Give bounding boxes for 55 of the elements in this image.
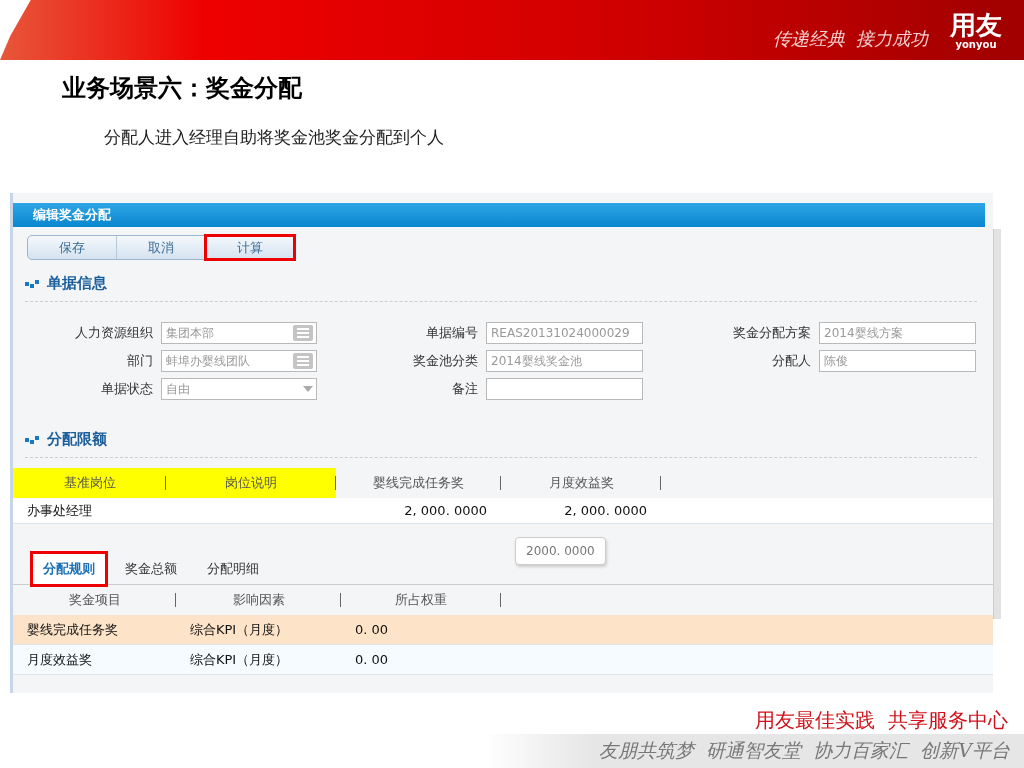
- slogan: 传递经典 接力成功: [772, 27, 928, 51]
- input-field[interactable]: 2014婴线方案: [819, 322, 976, 344]
- input-field[interactable]: 自由: [161, 378, 317, 400]
- toolbar-button[interactable]: 取消: [117, 236, 206, 259]
- section-icon: [25, 435, 39, 444]
- list-icon[interactable]: [293, 353, 313, 369]
- input-field[interactable]: 集团本部: [161, 322, 317, 344]
- table-row[interactable]: 婴线完成任务奖 综合KPI（月度） 0. 00: [13, 615, 993, 645]
- toolbar-button[interactable]: 保存: [28, 236, 117, 259]
- field-label: 单据编号: [425, 324, 478, 342]
- column-header: 影响因素: [176, 585, 341, 615]
- tab[interactable]: 奖金总额: [115, 554, 187, 584]
- field-label: 备注: [451, 380, 478, 398]
- table-cell-text: 月度效益奖: [26, 650, 93, 669]
- section-title: 分配限额: [47, 430, 107, 449]
- scrollbar[interactable]: [993, 229, 1001, 619]
- logo: 用友 yonyou: [950, 10, 1002, 50]
- field-label: 奖金分配方案: [732, 324, 811, 342]
- field-label: 分配人: [771, 352, 811, 370]
- table-cell-text: 0. 00: [354, 651, 390, 669]
- field-label: 奖金池分类: [412, 352, 478, 370]
- tooltip: 2000. 0000: [515, 537, 606, 565]
- tab[interactable]: 分配明细: [197, 554, 269, 584]
- input-field[interactable]: 2014婴线奖金池: [486, 350, 643, 372]
- slide-title: 业务场景六：奖金分配: [62, 73, 303, 104]
- section-title: 单据信息: [47, 274, 107, 293]
- column-header: 奖金项目: [13, 585, 176, 615]
- list-icon[interactable]: [293, 325, 313, 341]
- column-header: 婴线完成任务奖: [336, 468, 501, 498]
- field-label: 部门: [126, 352, 153, 370]
- table-cell-text: 0. 00: [354, 621, 390, 639]
- column-header: 基准岗位: [13, 468, 166, 498]
- field-label: 单据状态: [100, 380, 153, 398]
- window-title: 编辑奖金分配: [13, 203, 985, 227]
- tagline: 用友最佳实践 共享服务中心: [755, 707, 1009, 734]
- slide-subtitle: 分配人进入经理自助将奖金池奖金分配到个人: [104, 126, 445, 149]
- section-icon: [25, 279, 39, 288]
- column-header: 岗位说明: [166, 468, 336, 498]
- table-cell-text: 婴线完成任务奖: [26, 620, 119, 639]
- input-field[interactable]: 蚌埠办婴线团队: [161, 350, 317, 372]
- field-label: 人力资源组织: [74, 324, 153, 342]
- input-field[interactable]: 陈俊: [819, 350, 976, 372]
- toolbar-button[interactable]: 计算: [206, 236, 294, 259]
- table-cell-text: 2, 000. 0000: [563, 502, 648, 520]
- column-header: 月度效益奖: [501, 468, 661, 498]
- table-cell-text: 办事处经理: [26, 501, 93, 520]
- table-cell-text: 综合KPI（月度）: [189, 620, 290, 639]
- tab[interactable]: 分配规则: [33, 554, 105, 584]
- input-field[interactable]: [486, 378, 643, 400]
- table-cell-text: 综合KPI（月度）: [189, 650, 290, 669]
- column-header: 所占权重: [341, 585, 501, 615]
- table-row[interactable]: 月度效益奖 综合KPI（月度） 0. 00: [13, 645, 993, 675]
- input-field[interactable]: REAS20131024000029: [486, 322, 643, 344]
- table-cell-text: 2, 000. 0000: [403, 502, 488, 520]
- dropdown-caret-icon[interactable]: [303, 386, 313, 392]
